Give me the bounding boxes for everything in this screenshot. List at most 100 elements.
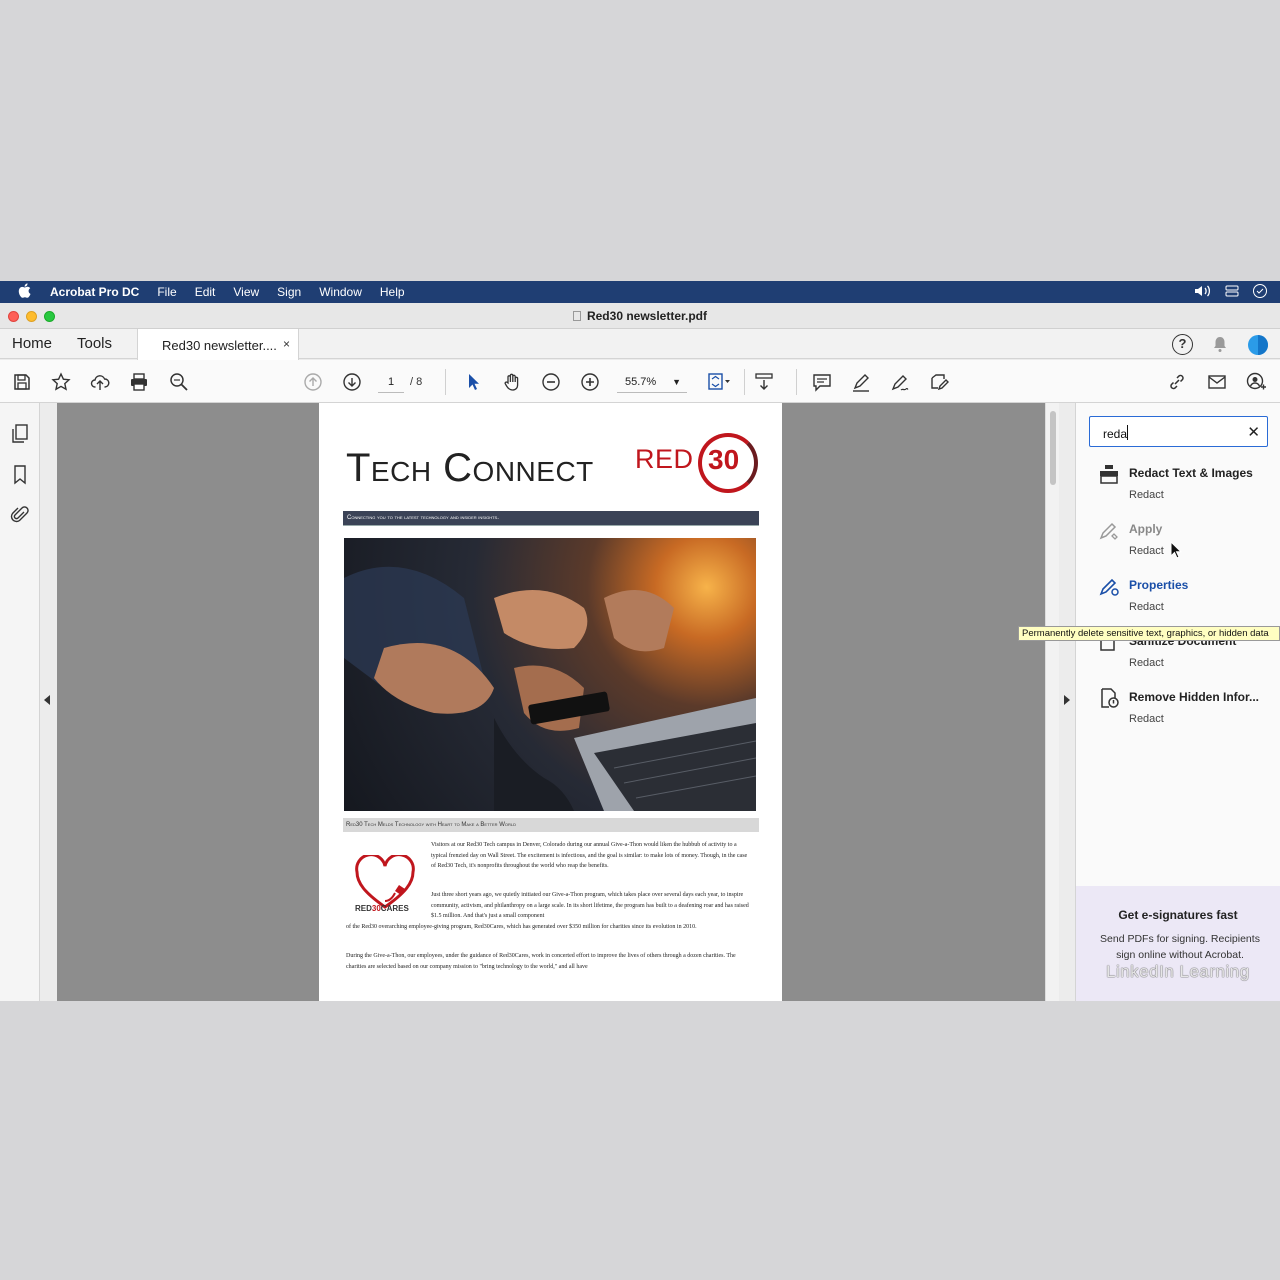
result-remove-hidden-information[interactable]: Remove Hidden Infor... Redact [1098, 687, 1280, 737]
bookmarks-icon[interactable] [10, 464, 30, 486]
toolbar-divider [744, 369, 745, 395]
account-avatar-icon[interactable] [1247, 334, 1269, 361]
redaction-properties-icon [1098, 575, 1120, 597]
brand-logo-number: 30 [708, 444, 740, 475]
menu-app-name[interactable]: Acrobat Pro DC [50, 285, 139, 299]
highlight-pen-icon[interactable] [849, 370, 873, 394]
vertical-scrollbar[interactable] [1045, 403, 1059, 1001]
text-caret [1127, 425, 1128, 440]
cares-label-suffix: CARES [380, 904, 409, 913]
drive-icon[interactable] [1224, 284, 1240, 301]
newsletter-banner: Connecting you to the latest technology … [343, 511, 759, 526]
toolbar-divider [796, 369, 797, 395]
red30cares-heart-logo [355, 855, 415, 909]
tooltip: Permanently delete sensitive text, graph… [1018, 626, 1280, 641]
tab-home[interactable]: Home [12, 335, 52, 352]
fit-page-icon[interactable] [704, 370, 734, 394]
result-category: Redact [1129, 601, 1164, 613]
result-redact-text-images[interactable]: Redact Text & Images Redact [1098, 463, 1280, 513]
screen: Acrobat Pro DC File Edit View Sign Windo… [0, 281, 1280, 1001]
cares-label-prefix: RED [355, 904, 372, 913]
article-paragraph: Just three short years ago, we quietly i… [431, 892, 749, 919]
article-paragraph: Visitors at our Red30 Tech campus in Den… [431, 842, 748, 869]
newsletter-photo [344, 538, 756, 811]
hand-tool-icon[interactable] [500, 370, 524, 394]
tools-search-value: reda [1103, 427, 1128, 441]
page-thumbnails-icon[interactable] [10, 423, 30, 445]
menu-window[interactable]: Window [319, 285, 362, 299]
fill-sign-icon[interactable] [888, 370, 912, 394]
tab-document[interactable]: Red30 newsletter.... × [137, 329, 299, 360]
window-title-text: Red30 newsletter.pdf [586, 309, 708, 323]
zoom-level-value: 55.7% [625, 376, 657, 388]
article-paragraph: During the Give-a-Thon, our employees, u… [346, 953, 736, 970]
result-apply[interactable]: Apply Redact [1098, 519, 1280, 569]
toolbar: 1 / 8 55.7% ▼ [0, 360, 1280, 403]
attachments-paperclip-icon[interactable] [10, 504, 30, 526]
result-title: Remove Hidden Infor... [1129, 690, 1260, 704]
next-page-icon[interactable] [340, 370, 364, 394]
brand-logo-text: RED [635, 444, 694, 474]
apple-icon[interactable] [18, 283, 34, 301]
bookmark-star-icon[interactable] [49, 370, 73, 394]
menu-edit[interactable]: Edit [195, 285, 216, 299]
print-icon[interactable] [127, 370, 151, 394]
zoom-level-select[interactable]: 55.7% ▼ [617, 373, 687, 393]
apply-redaction-icon [1098, 519, 1120, 541]
tab-close-icon[interactable]: × [283, 337, 290, 351]
tab-bar: Home Tools Red30 newsletter.... × ? [0, 329, 1280, 361]
result-category: Redact [1129, 545, 1164, 557]
zoom-out-icon[interactable] [539, 370, 563, 394]
zoom-in-icon[interactable] [578, 370, 602, 394]
find-text-icon[interactable] [167, 370, 191, 394]
menu-sign[interactable]: Sign [277, 285, 301, 299]
email-icon[interactable] [1205, 370, 1229, 394]
collapse-left-pane-icon[interactable] [44, 695, 50, 705]
result-properties[interactable]: Properties Redact [1098, 575, 1280, 625]
status-check-icon[interactable] [1252, 283, 1268, 302]
select-pointer-icon[interactable] [461, 370, 485, 394]
notification-bell-icon[interactable] [1212, 335, 1228, 357]
scrolling-mode-icon[interactable] [752, 370, 776, 394]
clear-search-icon[interactable]: ✕ [1247, 423, 1260, 441]
remove-hidden-info-icon [1098, 687, 1120, 709]
collapse-right-pane-icon[interactable] [1064, 695, 1070, 705]
linkedin-learning-watermark: LinkedIn Learning [1106, 962, 1250, 981]
chevron-down-icon: ▼ [672, 377, 681, 387]
help-icon[interactable]: ? [1172, 334, 1193, 355]
left-navigation-rail [0, 403, 40, 1001]
scrollbar-thumb[interactable] [1050, 411, 1056, 485]
photo-caption: Red30 Tech Melds Technology with Heart t… [343, 818, 759, 832]
promo-title: Get e-signatures fast [1118, 908, 1238, 922]
tab-tools[interactable]: Tools [77, 335, 112, 352]
share-link-icon[interactable] [1165, 370, 1189, 394]
article-paragraph: of the Red30 overarching employee-giving… [346, 924, 697, 930]
save-icon[interactable] [10, 370, 34, 394]
menu-bar: Acrobat Pro DC File Edit View Sign Windo… [0, 281, 1280, 303]
redact-icon [1098, 463, 1120, 485]
pdf-page: Tech Connect RED 30 Connecting you to th… [319, 403, 782, 1001]
previous-page-icon[interactable] [301, 370, 325, 394]
comment-icon[interactable] [810, 370, 834, 394]
result-title: Apply [1129, 522, 1163, 536]
add-person-icon[interactable] [1244, 370, 1268, 394]
menu-file[interactable]: File [157, 285, 176, 299]
page-number-input[interactable]: 1 [378, 373, 404, 393]
result-category: Redact [1129, 489, 1164, 501]
page-total-label: / 8 [410, 376, 423, 388]
menu-help[interactable]: Help [380, 285, 405, 299]
promo-text: Send PDFs for signing. Recipients sign o… [1100, 933, 1260, 961]
edit-pdf-icon[interactable] [927, 370, 951, 394]
tab-document-label: Red30 newsletter.... [162, 338, 277, 353]
result-title: Properties [1129, 578, 1189, 592]
window-title-bar: Red30 newsletter.pdf [0, 303, 1280, 329]
red30cares-label: RED30CARES [355, 904, 409, 913]
volume-icon[interactable] [1194, 284, 1212, 301]
newsletter-title: Tech Connect [346, 446, 594, 490]
tools-search-input[interactable]: reda ✕ [1089, 416, 1268, 447]
e-signature-promo: Get e-signatures fast Send PDFs for sign… [1076, 886, 1280, 1001]
upload-cloud-icon[interactable] [88, 370, 112, 394]
menu-view[interactable]: View [233, 285, 259, 299]
cares-label-number: 30 [371, 904, 381, 913]
toolbar-divider [445, 369, 446, 395]
